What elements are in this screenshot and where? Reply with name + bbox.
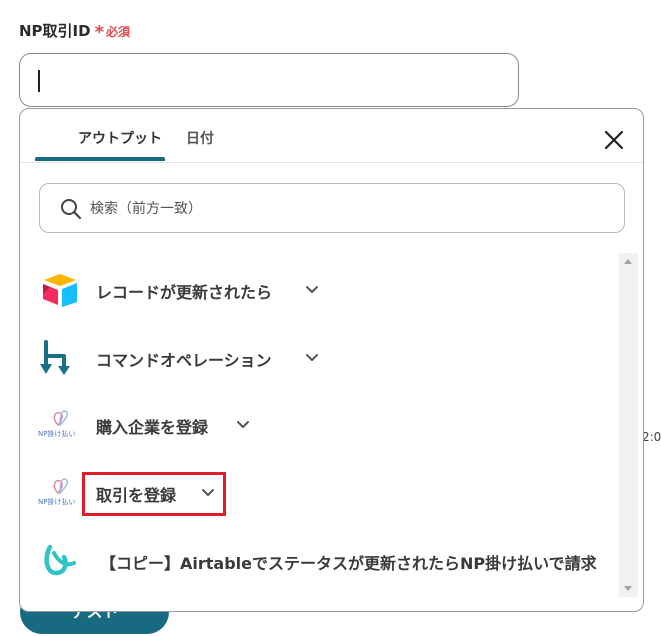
chevron-down-icon[interactable] xyxy=(236,420,250,430)
required-badge: 必須 xyxy=(106,25,131,39)
yoom-logo-icon xyxy=(44,544,76,576)
list-item-record-updated[interactable]: レコードが更新されたら xyxy=(20,265,620,315)
active-tab-indicator xyxy=(35,157,165,161)
field-label-text: NP取引ID xyxy=(19,22,91,40)
list-item-title: 【コピー】Airtableでステータスが更新されたらNP掛け払いで請求 xyxy=(100,554,597,573)
np-logo-text: NP掛け払い xyxy=(38,430,76,438)
scroll-down-arrow-icon[interactable] xyxy=(624,586,632,591)
highlight-annotation-box xyxy=(82,472,226,516)
list-item-copy-flow[interactable]: 【コピー】Airtableでステータスが更新されたらNP掛け払いで請求 xyxy=(20,536,620,586)
list-item-title: レコードが更新されたら xyxy=(96,283,273,302)
scroll-up-arrow-icon[interactable] xyxy=(624,259,632,264)
text-caret xyxy=(38,70,40,92)
list-item-register-company[interactable]: NP掛け払い 購入企業を登録 xyxy=(20,400,620,450)
close-icon xyxy=(604,130,624,150)
np-transaction-id-input[interactable] xyxy=(19,53,519,107)
np-logo-text: NP掛け払い xyxy=(38,498,76,506)
list-scrollbar[interactable] xyxy=(619,253,638,597)
tab-output[interactable]: アウトプット xyxy=(55,128,185,148)
tab-date[interactable]: 日付 xyxy=(186,128,214,148)
list-item-title: 購入企業を登録 xyxy=(96,418,209,437)
output-picker-dropdown: アウトプット 日付 レコードが更新されたら xyxy=(19,108,644,612)
output-list: レコードが更新されたら コマンドオペレーション NP掛け払い 購入企業を登録 N… xyxy=(20,249,620,601)
airtable-logo-icon xyxy=(43,274,77,307)
command-operation-icon xyxy=(40,340,70,375)
field-label: NP取引ID * 必須 xyxy=(19,20,130,43)
tab-bar: アウトプット 日付 xyxy=(20,109,643,163)
np-kakebarai-mark-icon xyxy=(53,410,68,427)
chevron-down-icon[interactable] xyxy=(305,353,319,363)
np-kakebarai-logo: NP掛け払い xyxy=(38,475,80,511)
close-button[interactable] xyxy=(603,129,625,151)
chevron-down-icon[interactable] xyxy=(305,285,319,295)
search-input[interactable] xyxy=(90,195,610,223)
background-time-text: 2:00 xyxy=(642,430,661,444)
list-item-command-operation[interactable]: コマンドオペレーション xyxy=(20,333,620,383)
np-kakebarai-mark-icon xyxy=(53,478,68,495)
search-icon xyxy=(61,199,82,220)
np-kakebarai-logo: NP掛け払い xyxy=(38,407,80,443)
list-item-title: コマンドオペレーション xyxy=(96,351,272,370)
required-asterisk: * xyxy=(94,22,105,43)
search-box xyxy=(39,183,625,233)
